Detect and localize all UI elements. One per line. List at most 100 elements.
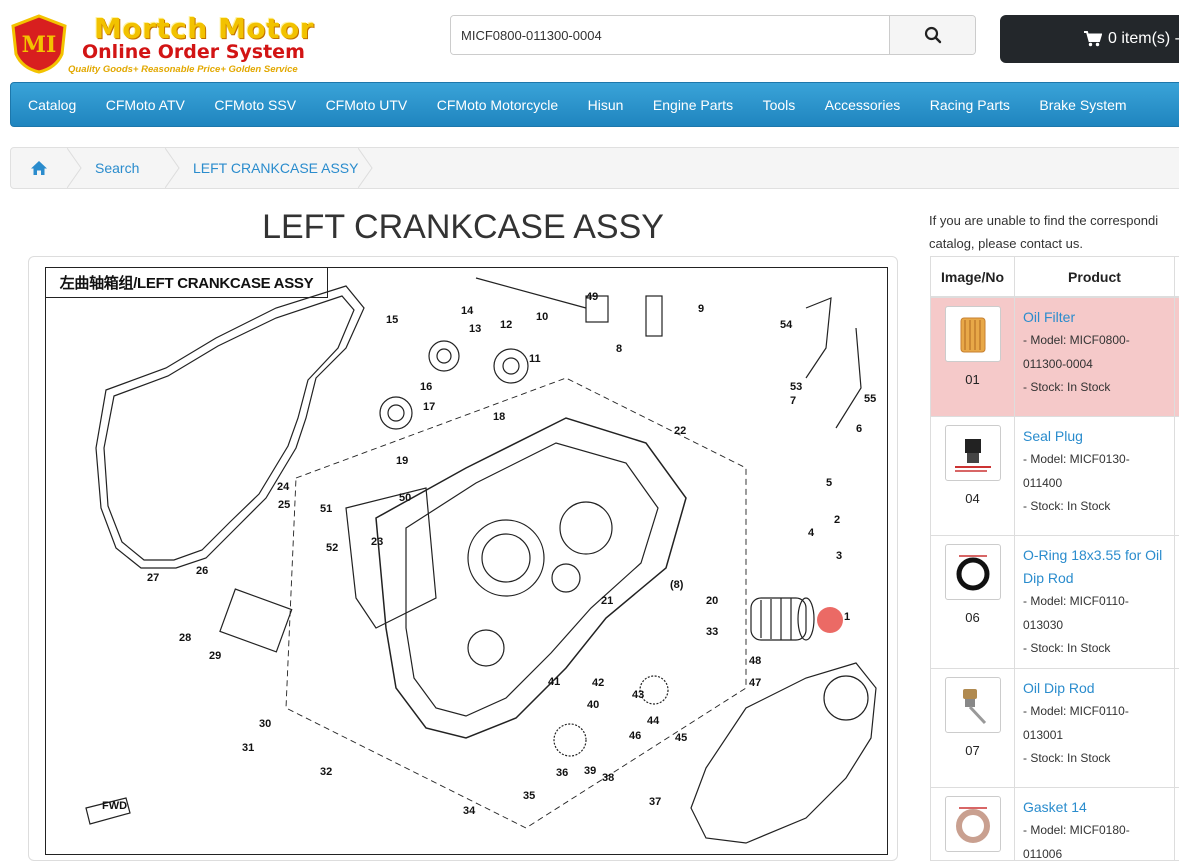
nav-item-cfmoto-utv[interactable]: CFMoto UTV [326, 97, 408, 113]
diagram-callout[interactable]: 48 [749, 655, 761, 667]
product-link[interactable]: Gasket 14 [1023, 796, 1166, 819]
diagram-callout[interactable]: 5 [826, 477, 832, 489]
diagram-callout[interactable]: 25 [278, 499, 290, 511]
diagram-callout[interactable]: (8) [670, 579, 684, 591]
search-button[interactable] [889, 16, 975, 54]
diagram-callout[interactable]: 47 [749, 677, 761, 689]
diagram-callout[interactable]: 12 [500, 319, 512, 331]
diagram-callout[interactable]: 40 [587, 699, 599, 711]
diagram-callout[interactable]: 2 [834, 514, 840, 526]
diagram-label: 左曲轴箱组/LEFT CRANKCASE ASSY [46, 268, 328, 298]
product-link[interactable]: Oil Dip Rod [1023, 677, 1166, 700]
row-image-cell [931, 788, 1015, 860]
product-thumbnail[interactable] [944, 425, 1001, 481]
product-link[interactable]: O-Ring 18x3.55 for Oil [1023, 544, 1166, 567]
diagram-callout[interactable]: 51 [320, 503, 332, 515]
diagram-callout[interactable]: 6 [856, 423, 862, 435]
diagram-callout[interactable]: 54 [780, 319, 793, 331]
breadcrumb-home[interactable] [11, 148, 67, 188]
diagram-callout[interactable]: 38 [602, 772, 614, 784]
nav-item-accessories[interactable]: Accessories [825, 97, 900, 113]
table-row[interactable]: 04 Seal Plug - Model: MICF0130- 011400 -… [931, 417, 1179, 536]
diagram-callout[interactable]: 27 [147, 572, 159, 584]
diagram-callout[interactable]: 55 [864, 393, 876, 405]
nav-item-cfmoto-motorcycle[interactable]: CFMoto Motorcycle [437, 97, 558, 113]
diagram-callout[interactable]: 16 [420, 381, 432, 393]
product-link[interactable]: Oil Filter [1023, 306, 1166, 329]
diagram-callout[interactable]: 41 [548, 676, 560, 688]
diagram-callout[interactable]: 35 [523, 790, 535, 802]
cart-button[interactable]: 0 item(s) - [1000, 15, 1179, 63]
diagram-callout[interactable]: 37 [649, 796, 661, 808]
diagram-callout[interactable]: 43 [632, 689, 644, 701]
breadcrumb-separator [358, 148, 374, 188]
diagram-callout[interactable]: 3 [836, 550, 842, 562]
diagram-callout[interactable]: 24 [277, 481, 290, 493]
diagram-callout[interactable]: 20 [706, 595, 718, 607]
diagram-callout[interactable]: 9 [698, 303, 704, 315]
diagram-callout[interactable]: 19 [396, 455, 408, 467]
diagram-callout[interactable]: 18 [493, 411, 505, 423]
diagram-callout[interactable]: 30 [259, 718, 271, 730]
nav-item-brake-system[interactable]: Brake System [1039, 97, 1126, 113]
diagram-callout[interactable]: 15 [386, 314, 398, 326]
parts-diagram[interactable]: 1 2 3 4 5 6 7 8 9 10 11 12 13 14 15 16 17 18 19 20 21 22 23 24 2… [45, 267, 888, 855]
product-model: - Model: MICF0130- [1023, 452, 1130, 466]
nav-item-tools[interactable]: Tools [763, 97, 796, 113]
svg-text:MI: MI [22, 32, 57, 58]
diagram-callout[interactable]: 28 [179, 632, 191, 644]
breadcrumb-current[interactable]: LEFT CRANKCASE ASSY [185, 148, 358, 188]
table-row[interactable]: 01 Oil Filter - Model: MICF0800- 011300-… [931, 298, 1179, 417]
diagram-callout[interactable]: 44 [647, 715, 660, 727]
o-ring-image-icon [956, 555, 989, 591]
diagram-callout[interactable]: 31 [242, 742, 254, 754]
diagram-callout[interactable]: 32 [320, 766, 332, 778]
diagram-callout[interactable]: FWD [102, 800, 127, 812]
product-thumbnail[interactable] [944, 677, 1001, 733]
highlight-marker[interactable] [817, 607, 843, 633]
breadcrumb-search[interactable]: Search [87, 148, 165, 188]
nav-item-catalog[interactable]: Catalog [28, 97, 76, 113]
diagram-callout[interactable]: 42 [592, 677, 604, 689]
diagram-callout[interactable]: 7 [790, 395, 796, 407]
search-input[interactable] [451, 16, 889, 54]
diagram-callout[interactable]: 36 [556, 767, 568, 779]
diagram-callout[interactable]: 46 [629, 730, 641, 742]
table-row[interactable]: 06 O-Ring 18x3.55 for Oil Dip Rod - Mode… [931, 536, 1179, 669]
product-link-cont[interactable]: Dip Rod [1023, 567, 1166, 590]
table-row[interactable]: 07 Oil Dip Rod - Model: MICF0110- 013001… [931, 669, 1179, 788]
nav-item-cfmoto-ssv[interactable]: CFMoto SSV [214, 97, 296, 113]
diagram-callout[interactable]: 10 [536, 311, 548, 323]
diagram-callout[interactable]: 33 [706, 626, 718, 638]
diagram-callout[interactable]: 45 [675, 732, 687, 744]
nav-item-racing-parts[interactable]: Racing Parts [930, 97, 1010, 113]
nav-item-cfmoto-atv[interactable]: CFMoto ATV [106, 97, 185, 113]
diagram-callout[interactable]: 21 [601, 595, 613, 607]
table-row[interactable]: Gasket 14 - Model: MICF0180- 011006 [931, 788, 1179, 860]
diagram-callout[interactable]: 1 [844, 611, 850, 623]
diagram-callout[interactable]: 23 [371, 536, 383, 548]
diagram-callout[interactable]: 22 [674, 425, 686, 437]
product-thumbnail[interactable] [944, 796, 1001, 852]
diagram-callout[interactable]: 17 [423, 401, 435, 413]
nav-item-hisun[interactable]: Hisun [588, 97, 624, 113]
nav-item-engine-parts[interactable]: Engine Parts [653, 97, 733, 113]
site-logo[interactable]: MI Mortch Motor Online Order System Qual… [8, 10, 338, 76]
diagram-callout[interactable]: 39 [584, 765, 596, 777]
diagram-callout[interactable]: 8 [616, 343, 622, 355]
diagram-callout[interactable]: 34 [463, 805, 476, 817]
diagram-callout[interactable]: 11 [529, 353, 541, 365]
diagram-callout[interactable]: 26 [196, 565, 208, 577]
diagram-callout[interactable]: 13 [469, 323, 481, 335]
product-thumbnail[interactable] [944, 306, 1001, 362]
product-link[interactable]: Seal Plug [1023, 425, 1166, 448]
diagram-callout[interactable]: 29 [209, 650, 221, 662]
diagram-callout[interactable]: 50 [399, 492, 411, 504]
diagram-callout[interactable]: 52 [326, 542, 338, 554]
diagram-callout[interactable]: 4 [808, 527, 815, 539]
product-thumbnail[interactable] [944, 544, 1001, 600]
logo-subtitle: Online Order System [82, 41, 305, 63]
diagram-callout[interactable]: 49 [586, 291, 598, 303]
diagram-callout[interactable]: 53 [790, 381, 802, 393]
diagram-callout[interactable]: 14 [461, 305, 474, 317]
